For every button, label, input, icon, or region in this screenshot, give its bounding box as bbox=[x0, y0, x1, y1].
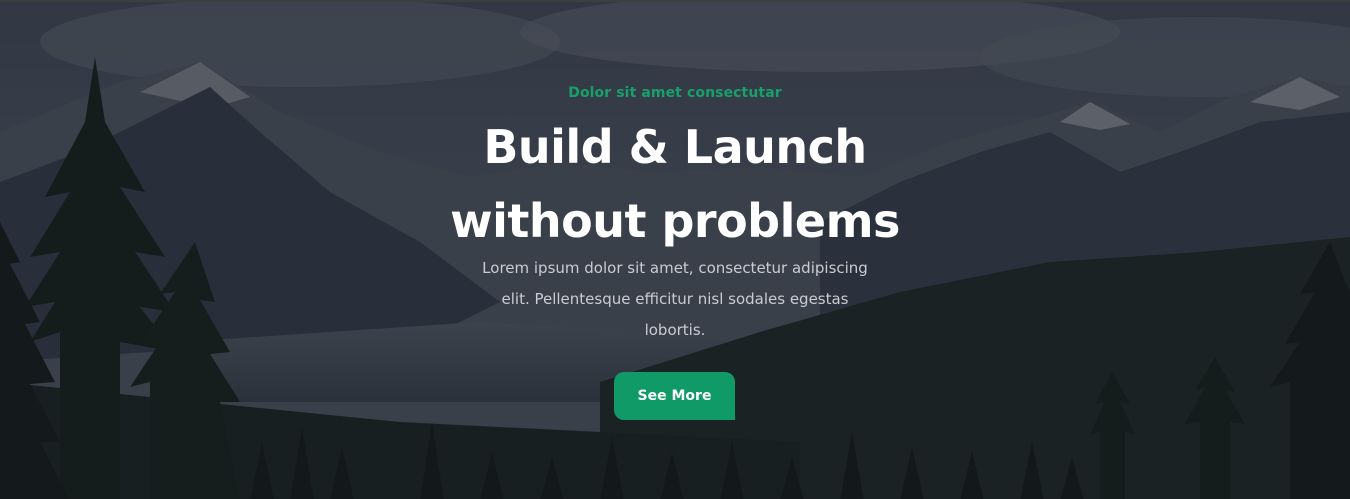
hero-title-line2: without problems bbox=[450, 194, 900, 248]
hero-description: Lorem ipsum dolor sit amet, consectetur … bbox=[482, 259, 868, 339]
hero-section: Dolor sit amet consectutar Build & Launc… bbox=[0, 0, 1350, 499]
hero-title: Build & Launch without problems bbox=[0, 110, 1350, 258]
hero-title-line1: Build & Launch bbox=[483, 120, 867, 174]
hero-eyebrow: Dolor sit amet consectutar bbox=[568, 85, 782, 101]
see-more-button[interactable]: See More bbox=[614, 372, 735, 420]
